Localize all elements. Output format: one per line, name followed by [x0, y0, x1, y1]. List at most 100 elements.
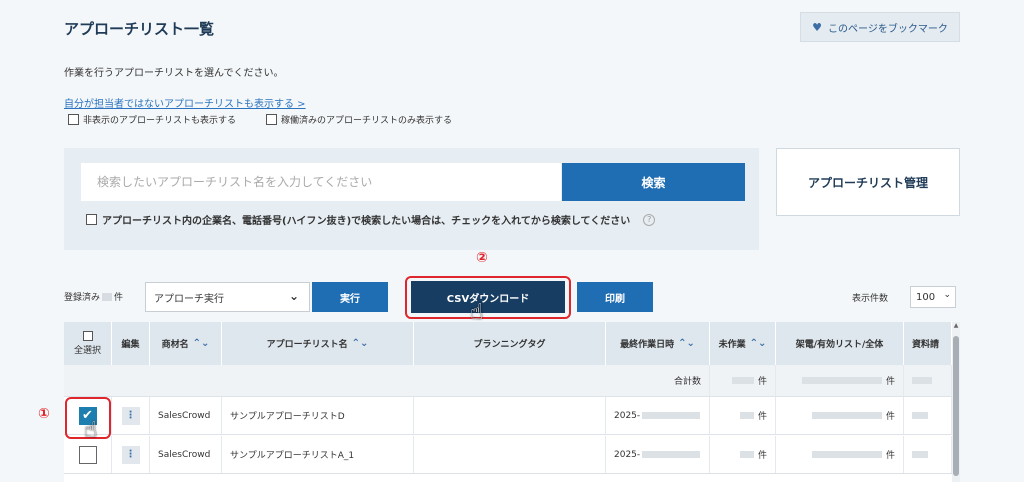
unit-label: 件: [757, 451, 767, 461]
search-input[interactable]: [81, 163, 561, 201]
product-header-label: 商材名: [161, 340, 189, 350]
help-icon[interactable]: ?: [643, 213, 656, 226]
table-row[interactable]: ⋮ SalesCrowd サンプルアプローチリストA_1 2025- 件 件: [64, 436, 952, 474]
table-header: 全選択 編集 商材名 ⌃⌄ アプローチリスト名 ⌃⌄ プランニングタグ 最終作業日時…: [64, 322, 952, 365]
last-work-header-label: 最終作業日時: [620, 340, 675, 350]
chevron-down-icon: ⌄: [288, 289, 299, 303]
edit-header: 編集: [112, 322, 150, 365]
bookmark-button[interactable]: ♥ このページをブックマーク: [800, 12, 960, 42]
approach-list-table: 全選択 編集 商材名 ⌃⌄ アプローチリスト名 ⌃⌄ プランニングタグ 最終作業日時…: [64, 322, 952, 482]
show-others-link[interactable]: 自分が担当者ではないアプローチリストも表示する >: [64, 95, 306, 110]
scrollbar-thumb[interactable]: [953, 336, 959, 476]
total-label: 合計数: [606, 365, 710, 396]
kebab-icon[interactable]: ⋮: [121, 406, 140, 425]
list-name-header[interactable]: アプローチリスト名 ⌃⌄: [222, 322, 414, 365]
step-2-marker: ②: [476, 250, 488, 266]
total-calls: 件: [776, 365, 904, 396]
show-active-label: 稼働済みのアプローチリストのみ表示する: [281, 116, 453, 126]
row-edit-cell: ⋮: [112, 436, 150, 473]
registered-count: 登録済み 件: [64, 290, 123, 303]
show-hidden-option[interactable]: 非表示のアプローチリストも表示する: [68, 113, 236, 126]
page-title: アプローチリスト一覧: [64, 20, 215, 38]
total-row: 合計数 件 件: [64, 365, 952, 397]
chevron-down-icon: ⌄: [943, 290, 951, 300]
list-name-cell[interactable]: サンプルアプローチリストA_1: [222, 436, 414, 473]
planning-tag-cell: [414, 436, 606, 473]
planning-tag-header: プランニングタグ: [414, 322, 606, 365]
redacted-value: [739, 451, 754, 458]
sort-icon[interactable]: ⌃⌄: [352, 338, 369, 349]
sort-icon[interactable]: ⌃⌄: [750, 338, 767, 349]
company-search-checkbox[interactable]: [86, 214, 97, 225]
print-button[interactable]: 印刷: [577, 282, 653, 312]
unworked-cell: 件: [710, 436, 776, 473]
select-all-label: 全選択: [73, 346, 101, 356]
table-row[interactable]: ✔ ⋮ SalesCrowd サンプルアプローチリストD 2025- 件 件: [64, 397, 952, 435]
execute-button[interactable]: 実行: [312, 282, 388, 312]
select-all-checkbox[interactable]: [82, 331, 93, 341]
show-active-checkbox[interactable]: [266, 114, 277, 125]
unit-label: 件: [885, 412, 895, 422]
company-search-option[interactable]: アプローチリスト内の企業名、電話番号(ハイフン抜き)で検索したい場合は、チェック…: [86, 212, 656, 227]
unworked-header[interactable]: 未作業 ⌃⌄: [710, 322, 776, 365]
materials-cell: [904, 436, 952, 473]
product-cell: SalesCrowd: [150, 397, 222, 434]
sort-icon[interactable]: ⌃⌄: [193, 338, 210, 349]
kebab-icon[interactable]: ⋮: [121, 445, 140, 464]
redacted-value: [642, 451, 701, 458]
table-scrollbar[interactable]: ▲: [952, 322, 960, 482]
search-button[interactable]: 検索: [562, 163, 745, 201]
row-edit-cell: ⋮: [112, 397, 150, 434]
per-page-value: 100: [916, 291, 936, 303]
redacted-value: [811, 451, 882, 458]
show-active-option[interactable]: 稼働済みのアプローチリストのみ表示する: [266, 113, 452, 126]
list-management-button[interactable]: アプローチリスト管理: [776, 148, 960, 216]
per-page-label: 表示件数: [852, 294, 889, 304]
unit-label: 件: [757, 377, 767, 387]
redacted-value: [739, 412, 754, 419]
date-prefix: 2025-: [614, 410, 641, 421]
sort-icon[interactable]: ⌃⌄: [678, 338, 695, 349]
show-hidden-label: 非表示のアプローチリストも表示する: [83, 116, 237, 126]
calls-header-label: 架電/有効リスト/全体: [795, 340, 884, 350]
materials-header: 資料請: [904, 322, 952, 365]
redacted-value: [811, 412, 882, 419]
planning-tag-header-label: プランニングタグ: [473, 340, 546, 350]
unworked-cell: 件: [710, 397, 776, 434]
product-header[interactable]: 商材名 ⌃⌄: [150, 322, 222, 365]
date-prefix: 2025-: [614, 449, 641, 460]
calls-cell: 件: [776, 436, 904, 473]
redacted-value: [912, 377, 932, 384]
show-hidden-checkbox[interactable]: [68, 114, 79, 125]
calls-header: 架電/有効リスト/全体: [776, 322, 904, 365]
action-select[interactable]: アプローチ実行 ⌄: [145, 282, 310, 312]
company-search-label: アプローチリスト内の企業名、電話番号(ハイフン抜き)で検索したい場合は、チェック…: [102, 216, 631, 227]
registered-suffix: 件: [114, 293, 124, 303]
action-select-value: アプローチ実行: [154, 293, 224, 305]
redacted-value: [642, 412, 701, 419]
edit-header-label: 編集: [121, 340, 140, 350]
planning-tag-cell: [414, 397, 606, 434]
product-cell: SalesCrowd: [150, 436, 222, 473]
redacted-value: [801, 377, 882, 384]
registered-count-value: [102, 292, 113, 301]
unit-label: 件: [757, 412, 767, 422]
hand-pointer-icon: ☝: [84, 418, 98, 443]
list-name-cell[interactable]: サンプルアプローチリストD: [222, 397, 414, 434]
per-page-select[interactable]: 100 ⌄: [910, 286, 956, 308]
csv-download-button[interactable]: CSVダウンロード: [411, 281, 565, 313]
total-label-text: 合計数: [673, 377, 701, 387]
redacted-value: [912, 412, 928, 419]
step-1-marker: ①: [38, 406, 50, 422]
redacted-value: [731, 377, 754, 384]
row-checkbox[interactable]: [78, 445, 97, 464]
materials-header-label: 資料請: [912, 340, 940, 350]
last-work-header[interactable]: 最終作業日時 ⌃⌄: [606, 322, 710, 365]
select-all-header[interactable]: 全選択: [64, 322, 112, 365]
scroll-up-icon[interactable]: ▲: [952, 322, 960, 332]
unit-label: 件: [885, 451, 895, 461]
search-panel: 検索 アプローチリスト内の企業名、電話番号(ハイフン抜き)で検索したい場合は、チ…: [64, 148, 759, 250]
last-work-cell: 2025-: [606, 397, 710, 434]
list-name-header-label: アプローチリスト名: [266, 340, 348, 350]
unworked-header-label: 未作業: [718, 340, 746, 350]
